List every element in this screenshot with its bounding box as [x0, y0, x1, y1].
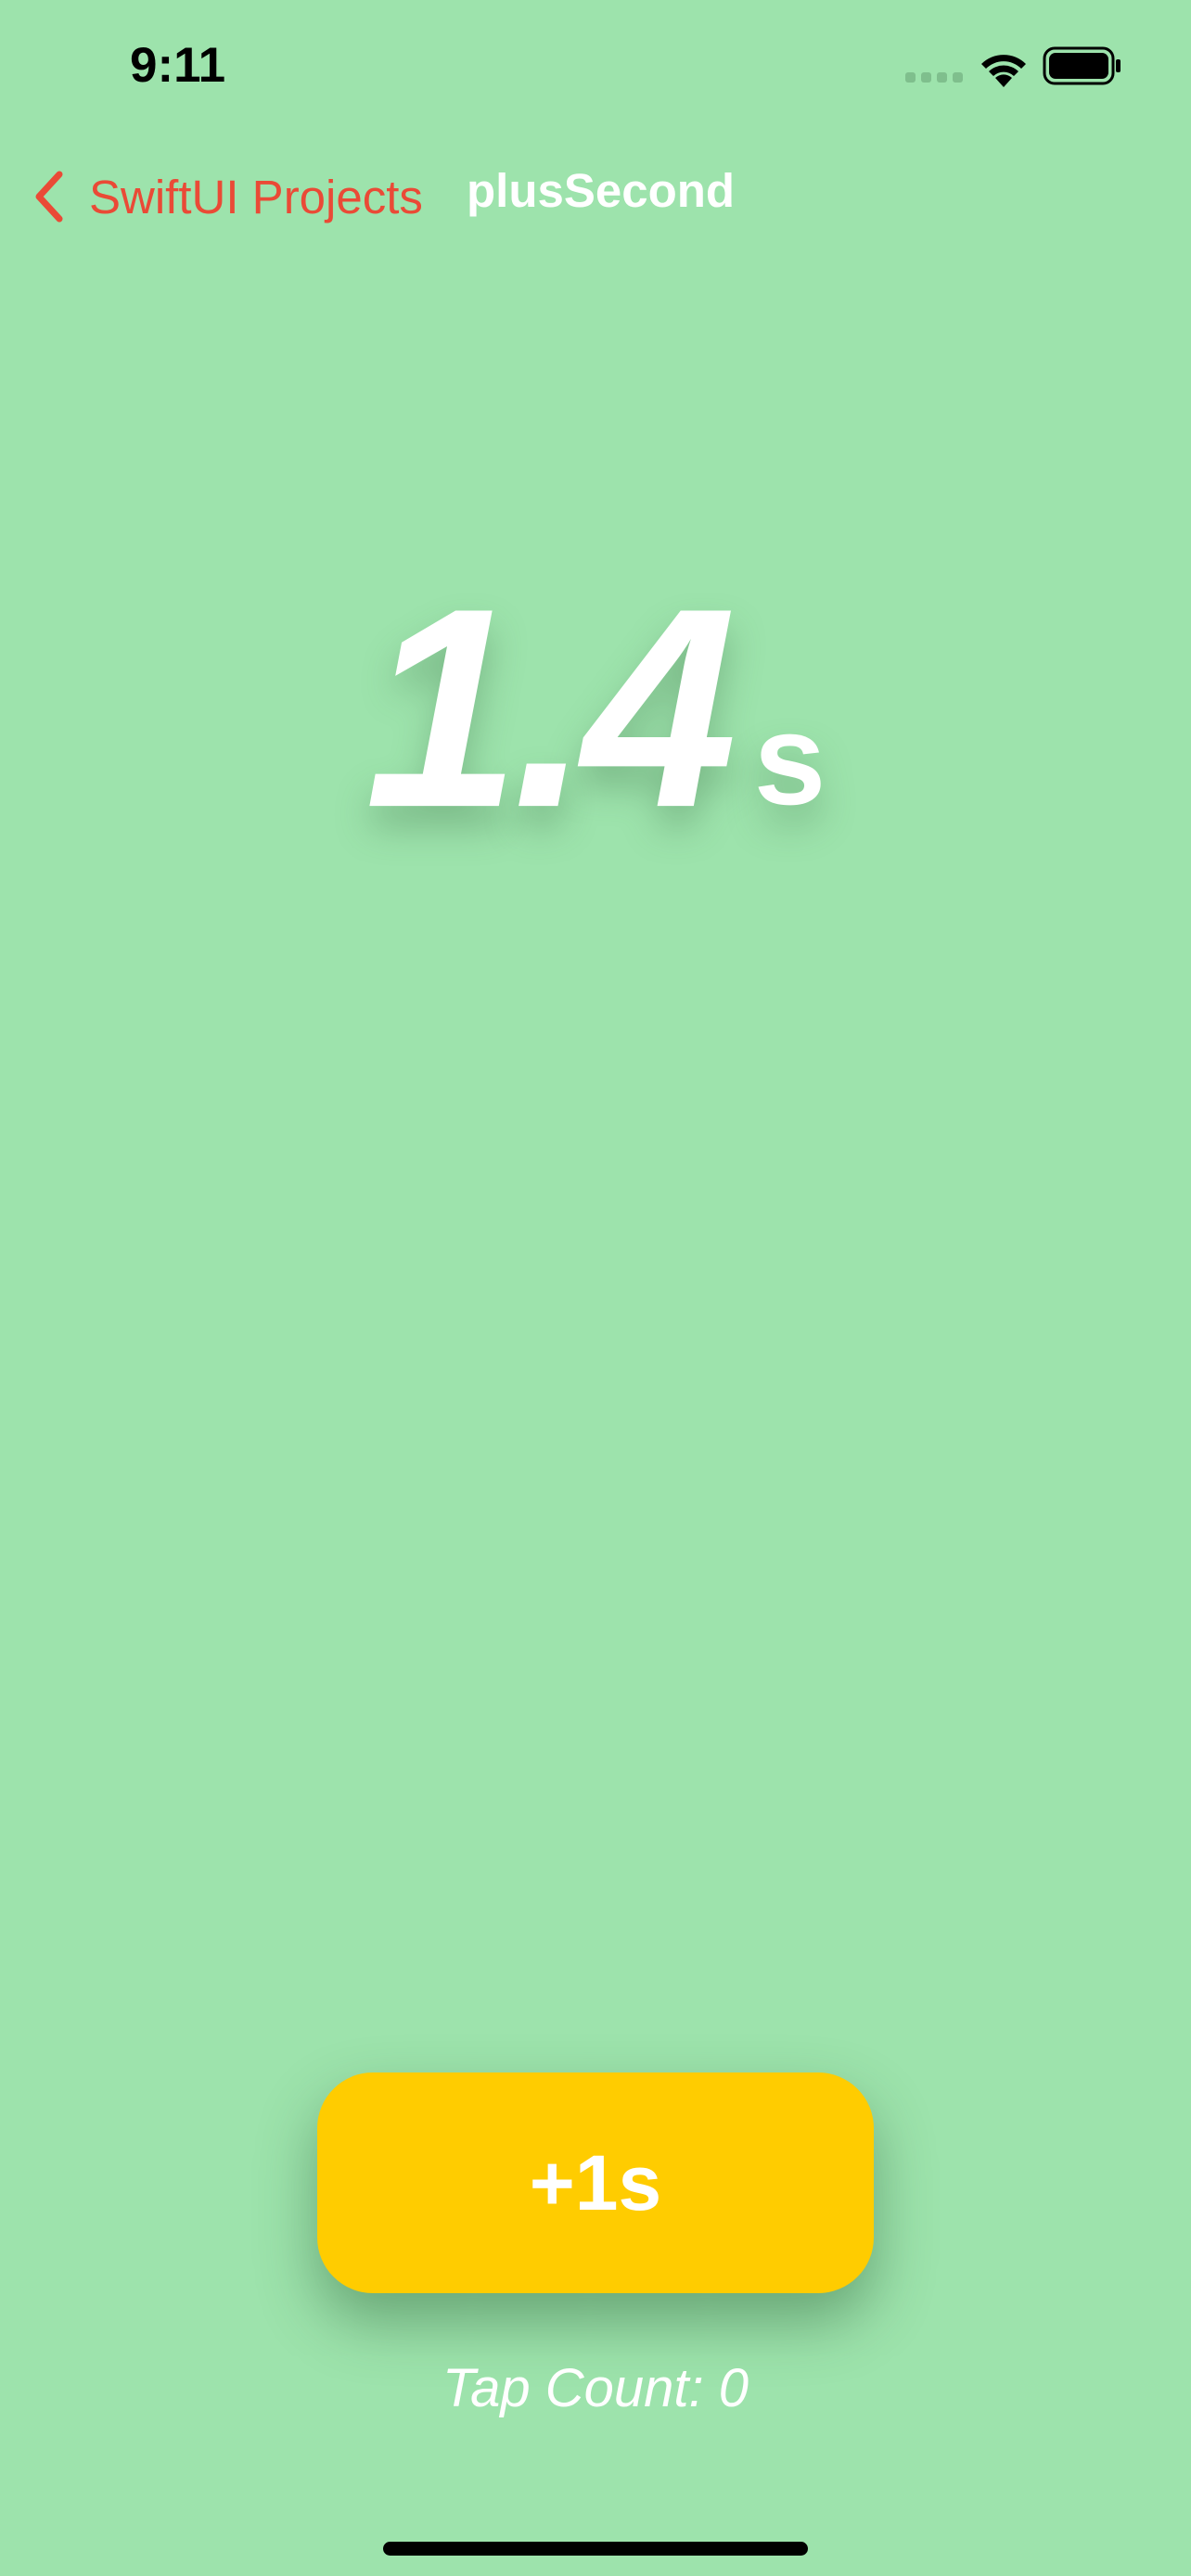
cellular-signal-icon: [905, 72, 963, 85]
battery-icon: [1043, 46, 1121, 85]
status-bar: 9:11: [0, 0, 1191, 139]
plus-one-second-button-label: +1s: [529, 2138, 662, 2226]
status-time: 9:11: [130, 38, 226, 93]
timer-unit: s: [753, 686, 826, 832]
back-button-label: SwiftUI Projects: [89, 170, 423, 223]
timer-value: 1.4: [365, 548, 737, 867]
tap-count-label: Tap Count: 0: [442, 2358, 749, 2418]
page-title: plusSecond: [467, 164, 736, 217]
home-indicator[interactable]: [383, 2542, 808, 2556]
timer-display: 1.4 s: [0, 547, 1191, 868]
wifi-icon: [981, 55, 1026, 87]
plus-one-second-button[interactable]: +1s: [317, 2072, 874, 2293]
back-button[interactable]: SwiftUI Projects: [30, 159, 423, 234]
chevron-left-icon: [35, 171, 63, 223]
navigation-bar: SwiftUI Projects plusSecond: [0, 148, 1191, 241]
